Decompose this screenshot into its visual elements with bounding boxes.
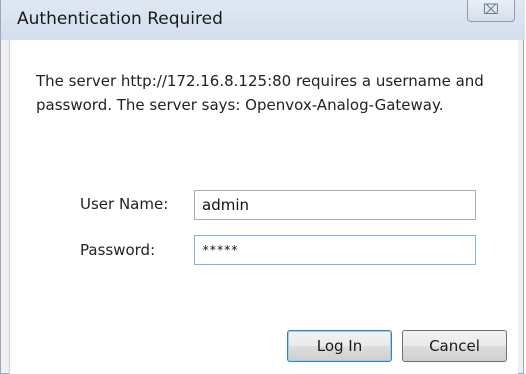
title-bar[interactable]: Authentication Required ⌧ — [1, 0, 525, 40]
close-button[interactable]: ⌧ — [467, 0, 515, 22]
username-input[interactable] — [194, 190, 476, 220]
auth-message: The server http://172.16.8.125:80 requir… — [36, 72, 484, 114]
cancel-button[interactable]: Cancel — [402, 330, 507, 362]
auth-dialog: Authentication Required ⌧ The server htt… — [0, 0, 525, 374]
password-input[interactable] — [194, 235, 476, 265]
dialog-body: The server http://172.16.8.125:80 requir… — [9, 40, 518, 374]
username-label: User Name: — [80, 195, 169, 213]
log-in-button[interactable]: Log In — [287, 330, 392, 362]
password-label: Password: — [80, 241, 156, 259]
dialog-title: Authentication Required — [17, 9, 223, 29]
close-icon: ⌧ — [482, 2, 500, 18]
